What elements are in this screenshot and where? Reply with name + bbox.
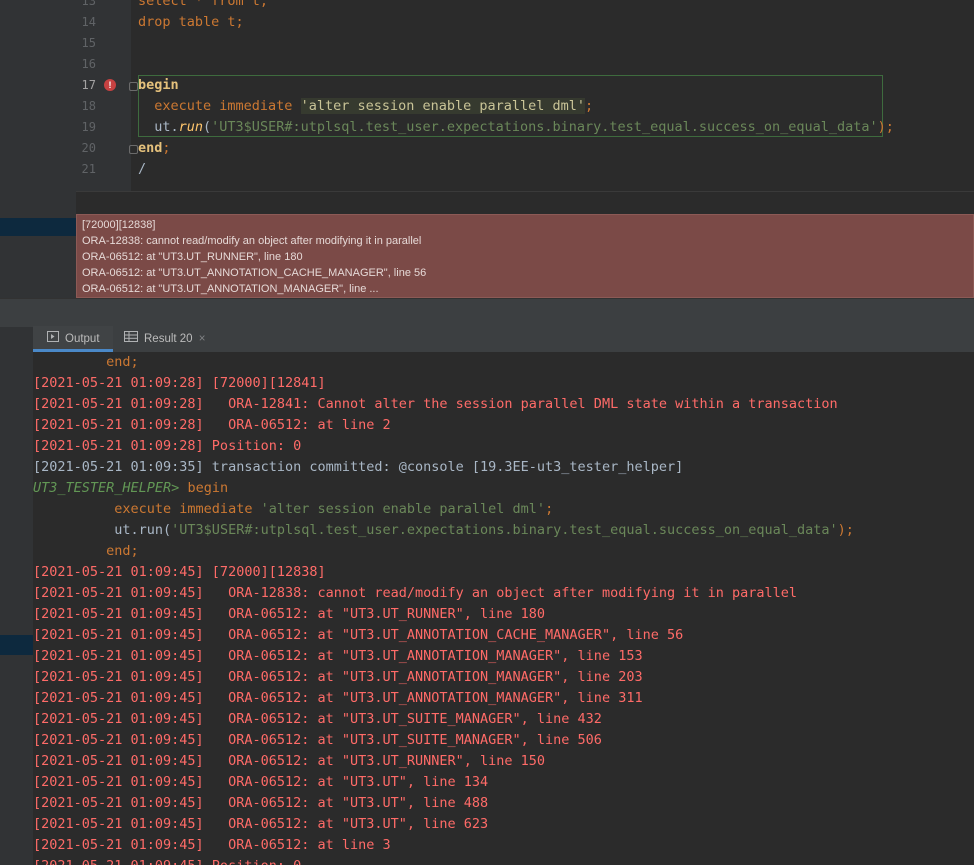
console-line: [2021-05-21 01:09:45] ORA-06512: at "UT3… xyxy=(33,753,546,769)
console-line: [2021-05-21 01:09:45] ORA-06512: at "UT3… xyxy=(33,816,489,832)
fold-end-icon[interactable] xyxy=(129,145,138,154)
left-panel-selection xyxy=(0,218,76,236)
console-line: [2021-05-21 01:09:28] ORA-12841: Cannot … xyxy=(33,396,838,412)
console-line: [2021-05-21 01:09:45] ORA-06512: at "UT3… xyxy=(33,732,602,748)
console-line: [2021-05-21 01:09:28] Position: 0 xyxy=(33,438,302,454)
code-text: ut. xyxy=(138,119,179,135)
keyword: end xyxy=(138,140,163,156)
string-literal: 'alter session enable parallel dml' xyxy=(300,98,586,114)
console-line: [2021-05-21 01:09:45] ORA-12838: cannot … xyxy=(33,585,798,601)
line-number: 16 xyxy=(81,57,96,71)
line-number: 18 xyxy=(81,99,96,113)
console-prompt-line: UT3_TESTER_HELPER> begin xyxy=(33,478,228,499)
console-output[interactable]: end; [2021-05-21 01:09:28] [72000][12841… xyxy=(33,352,974,865)
console-line: [2021-05-21 01:09:45] [72000][12838] xyxy=(33,564,326,580)
console-line: [2021-05-21 01:09:28] [72000][12841] xyxy=(33,375,326,391)
console-line: execute immediate 'alter session enable … xyxy=(33,499,553,520)
code-line: execute immediate 'alter session enable … xyxy=(138,96,593,117)
error-line: ORA-06512: at "UT3.UT_ANNOTATION_MANAGER… xyxy=(82,283,379,295)
error-tooltip: [72000][12838] ORA-12838: cannot read/mo… xyxy=(76,214,974,298)
tab-output[interactable]: Output xyxy=(33,326,113,352)
fold-begin-icon[interactable] xyxy=(129,82,138,91)
panel-divider[interactable] xyxy=(0,298,974,327)
console-line: [2021-05-21 01:09:45] ORA-06512: at "UT3… xyxy=(33,774,489,790)
console-left-gutter xyxy=(0,326,33,865)
table-icon xyxy=(124,326,138,352)
console-line: [2021-05-21 01:09:45] ORA-06512: at "UT3… xyxy=(33,648,643,664)
console-line: [2021-05-21 01:09:45] ORA-06512: at "UT3… xyxy=(33,669,643,685)
error-line: ORA-06512: at "UT3.UT_RUNNER", line 180 xyxy=(82,251,303,263)
console-code: ut.run( xyxy=(33,522,172,538)
console-code: ; xyxy=(545,501,554,517)
console-line: end; xyxy=(33,354,139,370)
line-number: 14 xyxy=(81,15,96,29)
console-code: ); xyxy=(837,522,854,538)
line-number: 13 xyxy=(81,0,96,8)
left-panel-gutter xyxy=(0,0,76,298)
code-line: end; xyxy=(138,138,171,159)
console-line: ut.run('UT3$USER#:utplsql.test_user.expe… xyxy=(33,520,854,541)
code-punctuation: ; xyxy=(162,140,171,156)
code-line: select * from t; xyxy=(138,0,269,9)
console-line: end; xyxy=(33,543,139,559)
error-line: ORA-12838: cannot read/modify an object … xyxy=(82,235,422,247)
line-number: 21 xyxy=(81,162,96,176)
error-line: [72000][12838] xyxy=(82,219,156,231)
console-line: [2021-05-21 01:09:28] ORA-06512: at line… xyxy=(33,417,391,433)
keyword: begin xyxy=(138,77,179,93)
code-text: execute immediate xyxy=(138,98,301,114)
line-number: 20 xyxy=(81,141,96,155)
code-punctuation: ; xyxy=(585,98,594,114)
function-name: run xyxy=(178,119,204,135)
code-line: begin xyxy=(138,75,179,96)
console-line: [2021-05-21 01:09:45] ORA-06512: at "UT3… xyxy=(33,627,684,643)
tab-result-label: Result 20 xyxy=(144,333,193,346)
code-punctuation: ); xyxy=(877,119,894,135)
line-number: 15 xyxy=(81,36,96,50)
output-icon xyxy=(47,326,59,352)
console-line: [2021-05-21 01:09:45] ORA-06512: at line… xyxy=(33,837,391,853)
services-tab-bar: Output Result 20 × xyxy=(33,326,974,353)
console-left-selection xyxy=(0,635,33,655)
console-line: [2021-05-21 01:09:45] ORA-06512: at "UT3… xyxy=(33,606,546,622)
code-line: drop table t; xyxy=(138,14,244,30)
console-line: [2021-05-21 01:09:35] transaction commit… xyxy=(33,459,684,475)
tab-result[interactable]: Result 20 × xyxy=(121,326,211,352)
close-icon[interactable]: × xyxy=(199,333,206,345)
tab-output-label: Output xyxy=(65,333,100,346)
console-line: [2021-05-21 01:09:45] Position: 0 xyxy=(33,856,301,865)
sql-editor[interactable]: ! 13 select * from t; 14 drop table t; 1… xyxy=(76,0,974,191)
console-code: begin xyxy=(179,480,229,496)
code-line: ut.run('UT3$USER#:utplsql.test_user.expe… xyxy=(138,117,894,138)
console-line: [2021-05-21 01:09:45] ORA-06512: at "UT3… xyxy=(33,795,489,811)
line-number: 17 xyxy=(81,78,96,92)
editor-scroll-area xyxy=(76,191,974,215)
console-prompt: UT3_TESTER_HELPER> xyxy=(33,480,180,496)
console-string: 'UT3$USER#:utplsql.test_user.expectation… xyxy=(171,522,838,538)
string-literal: 'UT3$USER#:utplsql.test_user.expectation… xyxy=(211,119,878,135)
code-line: / xyxy=(138,161,147,177)
console-code: execute immediate xyxy=(33,501,261,517)
console-line: [2021-05-21 01:09:45] ORA-06512: at "UT3… xyxy=(33,711,602,727)
error-marker-icon[interactable]: ! xyxy=(104,79,116,91)
console-line: [2021-05-21 01:09:45] ORA-06512: at "UT3… xyxy=(33,690,643,706)
line-number: 19 xyxy=(81,120,96,134)
error-line: ORA-06512: at "UT3.UT_ANNOTATION_CACHE_M… xyxy=(82,267,427,279)
code-paren: ( xyxy=(203,119,212,135)
console-string: 'alter session enable parallel dml' xyxy=(260,501,546,517)
